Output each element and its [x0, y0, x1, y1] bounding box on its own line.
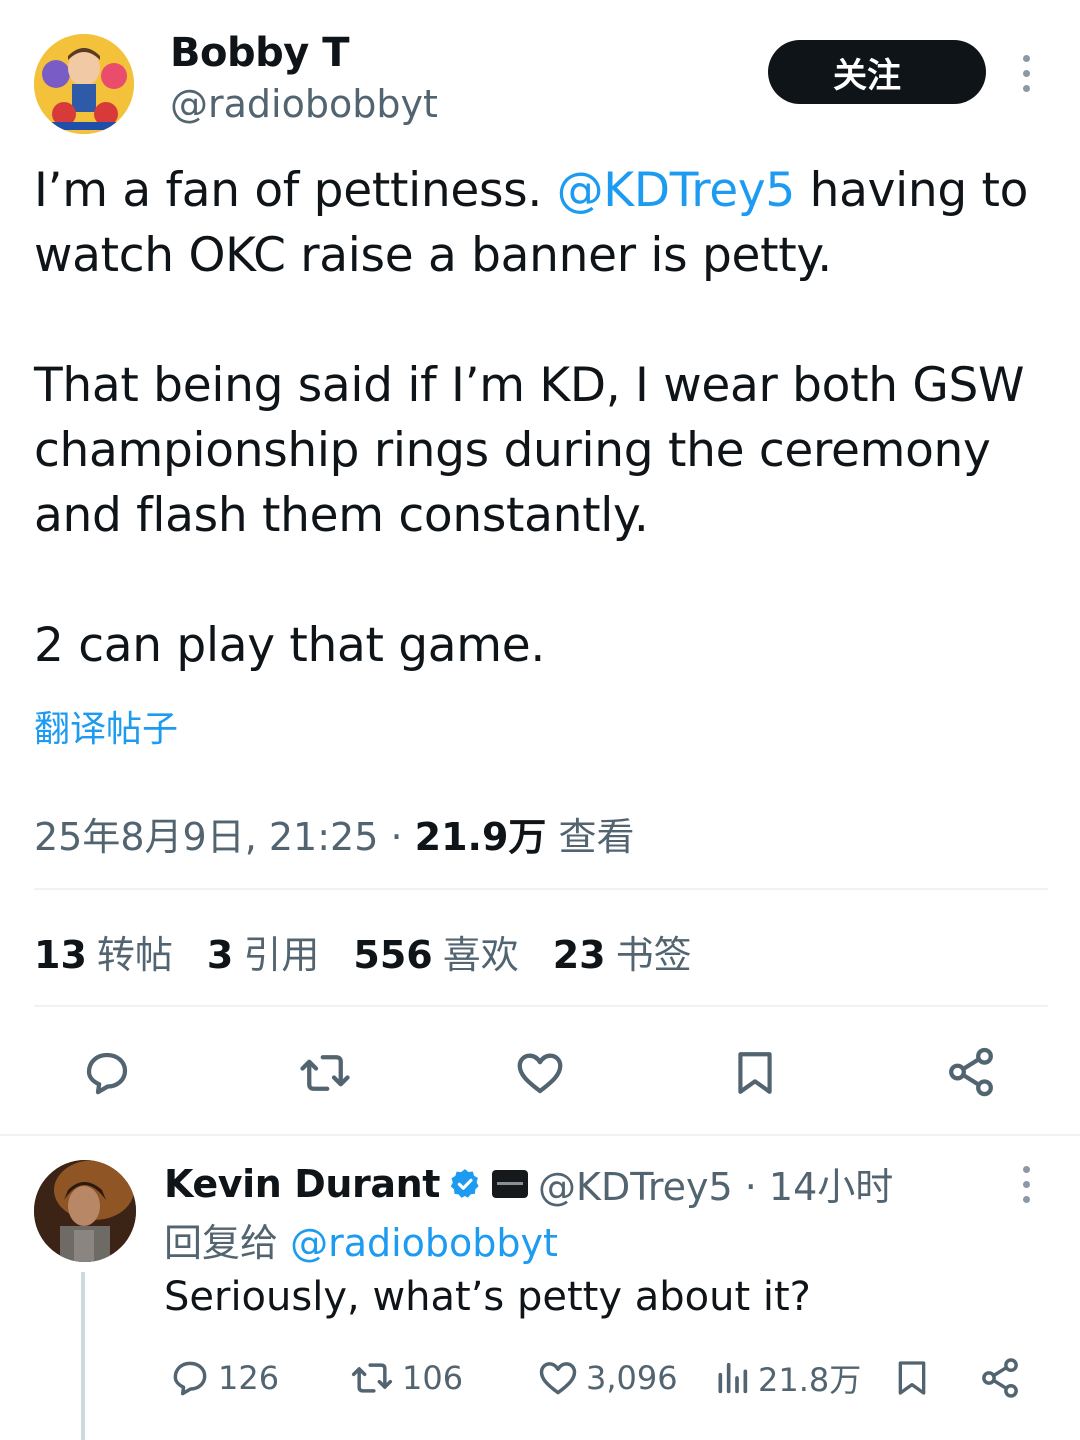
reply-views-action[interactable]: 21.8万 [712, 1350, 861, 1406]
stat-bookmarks[interactable]: 23 书签 [553, 924, 692, 979]
reply-author-handle-time[interactable]: @KDTrey5 · 14小时 [538, 1156, 893, 1211]
tweet-text-segment: I’m a fan of pettiness. [34, 163, 557, 218]
views-label: 查看 [546, 815, 635, 859]
reply-like-action[interactable]: 3,096 [536, 1350, 678, 1406]
stat-likes[interactable]: 556 喜欢 [353, 924, 518, 979]
stat-number: 23 [552, 933, 606, 977]
stat-label: 转帖 [96, 933, 173, 977]
stat-number: 13 [34, 933, 87, 977]
like-count: 3,096 [586, 1359, 678, 1397]
stat-label: 喜欢 [442, 933, 519, 977]
tweet-text: I’m a fan of pettiness. @KDTrey5 having … [34, 158, 1044, 678]
tweet-line: and flash them constantly. [34, 488, 649, 543]
tweet-meta: 25年8月9日, 21:25 · 21.9万 查看 [34, 806, 634, 861]
reply-more-options-icon[interactable] [1020, 1166, 1032, 1203]
views-icon [718, 1362, 748, 1394]
share-icon [982, 1358, 1018, 1398]
tweet-text-segment: having to [794, 163, 1029, 218]
reply-comment-action[interactable]: 126 [168, 1350, 279, 1406]
like-icon[interactable] [512, 1046, 568, 1100]
retweet-icon[interactable] [296, 1046, 354, 1100]
tweet-line: 2 can play that game. [34, 618, 546, 673]
affiliate-badge-icon[interactable] [492, 1169, 529, 1198]
follow-button[interactable]: 关注 [768, 40, 986, 104]
stat-label: 引用 [243, 933, 320, 977]
thread-connector-line [81, 1272, 85, 1440]
like-icon [539, 1362, 577, 1395]
replying-to-mention[interactable]: @radiobobbyt [290, 1221, 558, 1265]
divider [34, 888, 1048, 890]
follow-button-label: 关注 [833, 55, 901, 96]
engagement-stats: 13 转帖 3 引用 556 喜欢 23 书签 [34, 924, 692, 979]
reply-icon[interactable] [80, 1046, 134, 1100]
share-icon[interactable] [944, 1044, 998, 1100]
retweet-count: 106 [402, 1359, 464, 1397]
reply-count: 126 [218, 1359, 280, 1397]
reply-author-avatar[interactable] [34, 1160, 136, 1262]
photo-avatar-image [34, 1160, 136, 1262]
translate-post-link[interactable]: 翻译帖子 [34, 700, 178, 752]
replying-to: 回复给 @radiobobbyt [164, 1212, 558, 1267]
reply-retweet-action[interactable]: 106 [348, 1350, 463, 1406]
author-display-name[interactable]: Bobby T [170, 30, 350, 76]
retweet-icon [351, 1363, 393, 1393]
thread-separator [0, 1134, 1080, 1136]
stat-quotes[interactable]: 3 引用 [207, 924, 319, 979]
reply-action-bar: 126 106 3,096 21.8万 [164, 1350, 1044, 1410]
tweet-timestamp[interactable]: 25年8月9日, 21:25 · [34, 815, 415, 859]
more-options-icon[interactable] [1020, 55, 1032, 92]
stat-number: 3 [206, 933, 234, 977]
views-count: 21.9万 [414, 815, 547, 859]
tweet-line: I’m a fan of pettiness. @KDTrey5 having … [34, 158, 1044, 223]
reply-bookmark-action[interactable] [892, 1350, 932, 1406]
reply-author-name[interactable]: Kevin Durant [164, 1162, 440, 1206]
reply-icon [173, 1361, 207, 1396]
bookmark-icon [898, 1361, 926, 1395]
author-handle[interactable]: @radiobobbyt [170, 82, 438, 126]
cartoon-avatar-image [34, 34, 134, 134]
stat-label: 书签 [615, 933, 692, 977]
views-count: 21.8万 [758, 1361, 862, 1399]
verified-badge-icon [448, 1167, 482, 1201]
reply-text: Seriously, what’s petty about it? [164, 1274, 811, 1320]
mention-link[interactable]: @KDTrey5 [557, 163, 796, 218]
stat-number: 556 [353, 933, 433, 977]
stat-reposts[interactable]: 13 转帖 [34, 924, 173, 979]
reply-header: Kevin Durant @KDTrey5 · 14小时 [164, 1156, 893, 1211]
reply-share-action[interactable] [978, 1350, 1022, 1406]
author-avatar[interactable] [34, 34, 134, 134]
divider [34, 1005, 1048, 1007]
replying-to-label: 回复给 [164, 1221, 291, 1265]
bookmark-icon[interactable] [730, 1046, 780, 1100]
tweet-line: watch OKC raise a banner is petty. [34, 228, 832, 283]
tweet-line: That being said if I’m KD, I wear both G… [34, 358, 1025, 413]
tweet-line: championship rings during the ceremony [34, 423, 991, 478]
